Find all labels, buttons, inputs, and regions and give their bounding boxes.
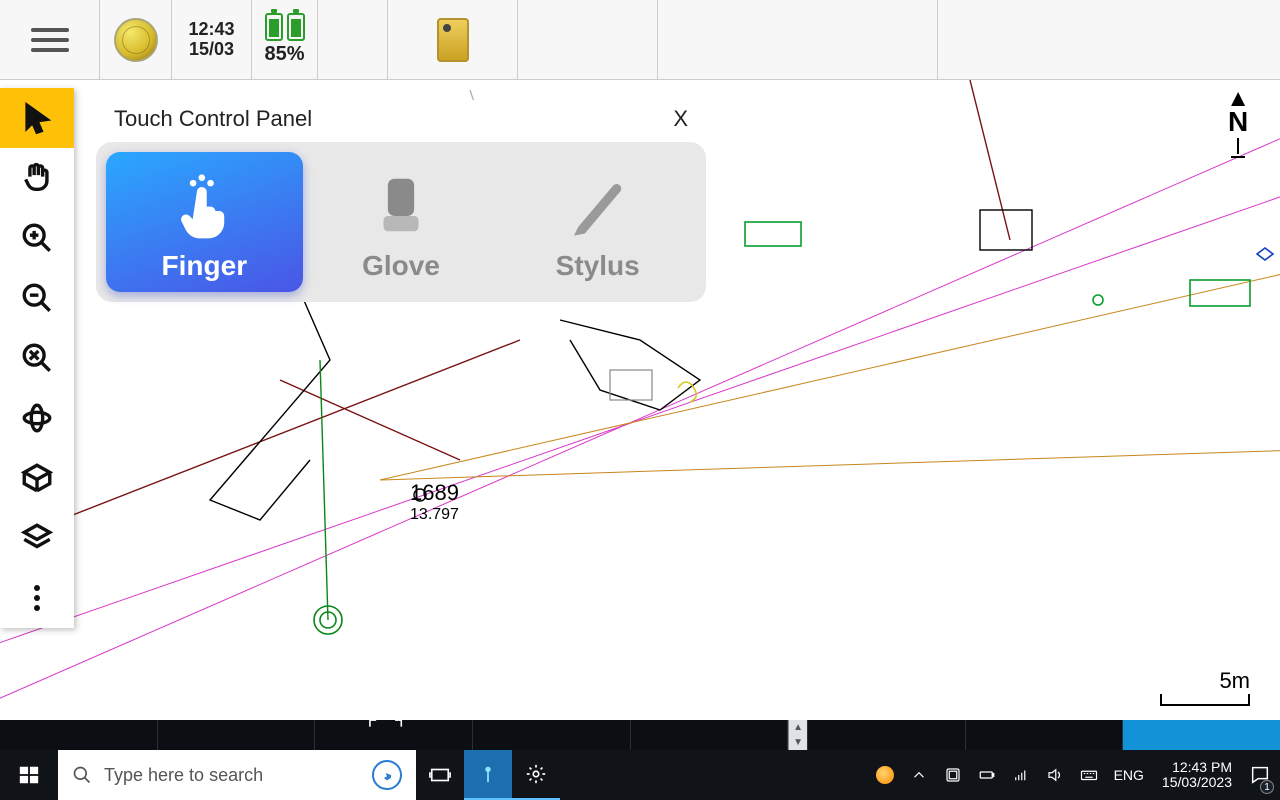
taskbar-app-settings[interactable] bbox=[512, 750, 560, 800]
touch-mode-finger[interactable]: Finger bbox=[106, 152, 303, 292]
taskbar-date: 15/03/2023 bbox=[1162, 775, 1232, 790]
tray-volume-icon[interactable] bbox=[1046, 766, 1064, 784]
clock-time: 12:43 bbox=[188, 20, 234, 40]
battery-percent: 85% bbox=[264, 43, 304, 66]
battery-icon bbox=[265, 13, 305, 41]
appbar-seg-4[interactable] bbox=[473, 720, 631, 750]
north-arrow: ▲ N bbox=[1226, 92, 1250, 158]
map-toolbar bbox=[0, 88, 74, 628]
appbar-seg-3[interactable]: ⌜⌝ bbox=[315, 720, 473, 750]
clock-cell[interactable]: 12:43 15/03 bbox=[172, 0, 252, 79]
point-id: 1689 bbox=[410, 480, 459, 505]
app-bottom-bar: ⌜⌝ ▲▼ bbox=[0, 720, 1280, 750]
more-tools[interactable] bbox=[0, 568, 74, 628]
total-station-icon bbox=[437, 18, 469, 62]
appbar-seg-7[interactable] bbox=[966, 720, 1124, 750]
appbar-seg-8[interactable] bbox=[1123, 720, 1280, 750]
glove-icon bbox=[366, 170, 436, 240]
zoom-out-tool[interactable] bbox=[0, 268, 74, 328]
system-tray: ENG bbox=[866, 766, 1154, 784]
globe-icon bbox=[114, 18, 158, 62]
3d-view-tool[interactable] bbox=[0, 448, 74, 508]
appbar-seg-2[interactable] bbox=[158, 720, 316, 750]
search-placeholder: Type here to search bbox=[104, 765, 263, 786]
touch-control-panel: Touch Control Panel X Finger Glove Stylu… bbox=[96, 100, 706, 302]
app-top-bar: 12:43 15/03 85% bbox=[0, 0, 1280, 80]
scale-bar: 5m bbox=[1160, 668, 1250, 706]
touch-mode-stylus[interactable]: Stylus bbox=[499, 152, 696, 292]
task-view-button[interactable] bbox=[416, 750, 464, 800]
appbar-seg-1[interactable] bbox=[0, 720, 158, 750]
layers-tool[interactable] bbox=[0, 508, 74, 568]
stylus-icon bbox=[563, 170, 633, 240]
scale-label: 5m bbox=[1160, 668, 1250, 694]
panel-title: Touch Control Panel bbox=[114, 106, 312, 132]
zoom-extents-tool[interactable] bbox=[0, 328, 74, 388]
top-blank-c[interactable] bbox=[658, 0, 938, 79]
weather-icon[interactable] bbox=[876, 766, 894, 784]
zoom-in-tool[interactable] bbox=[0, 208, 74, 268]
top-blank-d[interactable] bbox=[938, 0, 1280, 79]
notification-badge: 1 bbox=[1260, 780, 1274, 794]
windows-taskbar: Type here to search ENG 12:43 PM 15/03/2… bbox=[0, 750, 1280, 800]
taskbar-search[interactable]: Type here to search bbox=[58, 750, 416, 800]
panel-close-button[interactable]: X bbox=[673, 106, 688, 132]
action-center-button[interactable]: 1 bbox=[1240, 750, 1280, 800]
battery-cell[interactable]: 85% bbox=[252, 0, 318, 79]
point-label: 1689 13.797 bbox=[410, 480, 459, 524]
globe-status[interactable] bbox=[100, 0, 172, 79]
taskbar-clock[interactable]: 12:43 PM 15/03/2023 bbox=[1154, 760, 1240, 791]
taskbar-time: 12:43 PM bbox=[1162, 760, 1232, 775]
taskbar-app-touch[interactable] bbox=[464, 750, 512, 800]
clock-date: 15/03 bbox=[189, 40, 234, 60]
appbar-seg-5[interactable] bbox=[631, 720, 789, 750]
search-icon bbox=[72, 765, 92, 785]
menu-button[interactable] bbox=[0, 0, 100, 79]
mode-label: Finger bbox=[162, 250, 248, 282]
tray-chevron-up-icon[interactable] bbox=[910, 766, 928, 784]
tray-battery-icon[interactable] bbox=[978, 766, 996, 784]
finger-icon bbox=[169, 170, 239, 240]
tray-network-icon[interactable] bbox=[1012, 766, 1030, 784]
mode-label: Stylus bbox=[556, 250, 640, 282]
tray-tablet-mode-icon[interactable] bbox=[944, 766, 962, 784]
point-elevation: 13.797 bbox=[410, 506, 459, 524]
start-button[interactable] bbox=[0, 750, 58, 800]
tray-language[interactable]: ENG bbox=[1114, 767, 1144, 783]
bracket-icon: ⌜⌝ bbox=[367, 716, 420, 742]
appbar-scroll[interactable]: ▲▼ bbox=[788, 720, 808, 750]
mode-label: Glove bbox=[362, 250, 440, 282]
bing-icon bbox=[372, 760, 402, 790]
top-blank-b[interactable] bbox=[518, 0, 658, 79]
windows-icon bbox=[18, 764, 40, 786]
touch-mode-glove[interactable]: Glove bbox=[303, 152, 500, 292]
tray-keyboard-icon[interactable] bbox=[1080, 766, 1098, 784]
pan-tool[interactable] bbox=[0, 148, 74, 208]
select-tool[interactable] bbox=[0, 88, 74, 148]
instrument-cell[interactable] bbox=[388, 0, 518, 79]
top-blank-a[interactable] bbox=[318, 0, 388, 79]
appbar-seg-6[interactable] bbox=[808, 720, 966, 750]
orbit-tool[interactable] bbox=[0, 388, 74, 448]
